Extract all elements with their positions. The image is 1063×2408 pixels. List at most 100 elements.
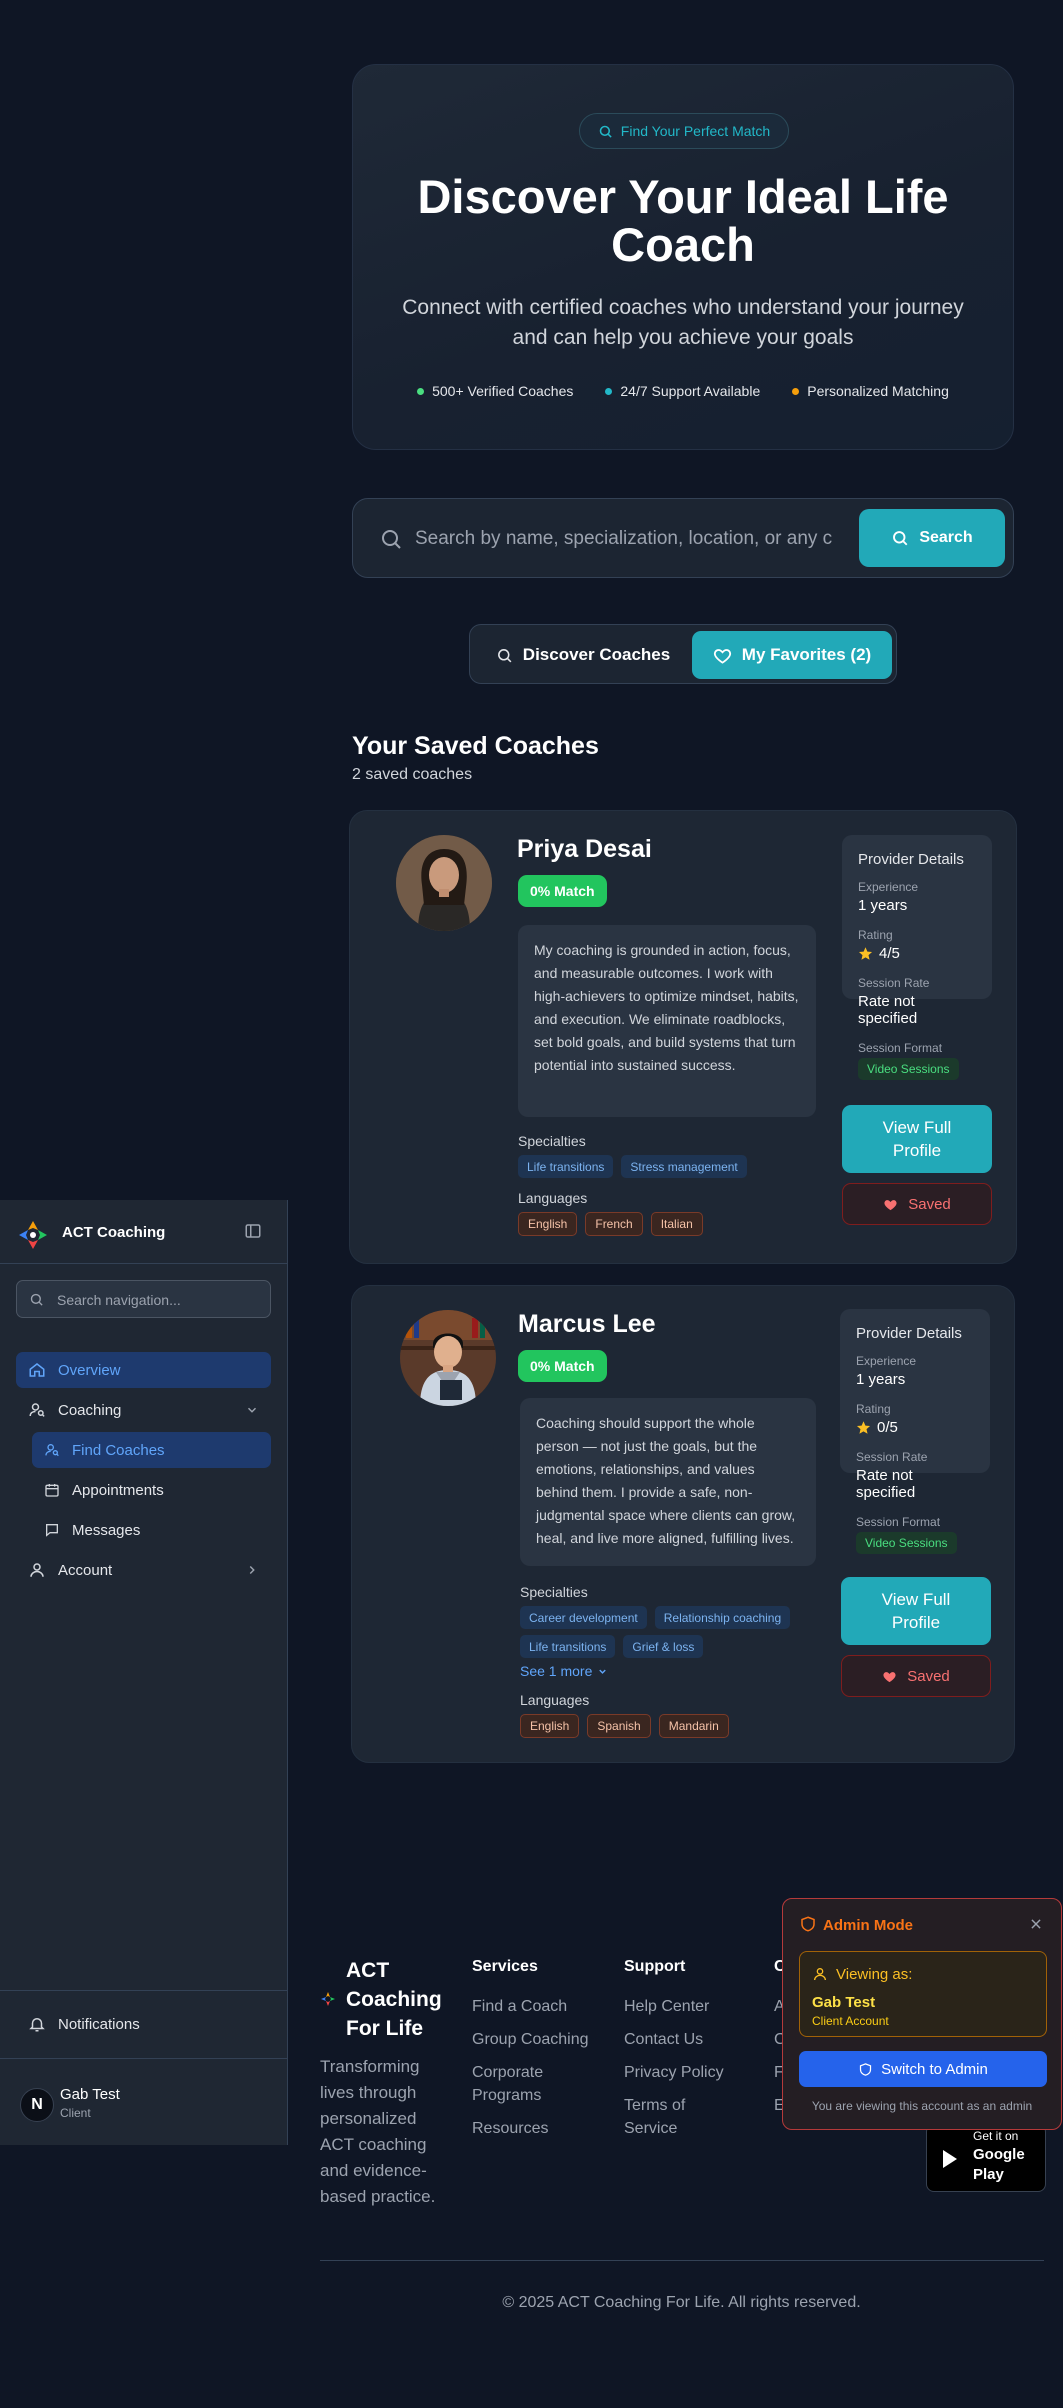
footer-link[interactable]: Contact Us — [624, 2028, 703, 2051]
search-button-label: Search — [919, 529, 973, 546]
sidebar-item-coaching[interactable]: Coaching — [16, 1392, 271, 1428]
admin-mode-panel: Admin Mode Viewing as: Gab Test Client A… — [782, 1898, 1062, 2130]
nav-search — [16, 1280, 271, 1318]
teal-dot-icon — [605, 387, 613, 395]
footer-link[interactable]: Terms of Service — [624, 2094, 704, 2140]
experience-label: Experience — [856, 1354, 917, 1368]
star-icon — [856, 1420, 871, 1435]
shield-icon — [858, 2062, 873, 2077]
badge-label: Find Your Perfect Match — [620, 123, 771, 139]
rating-value: 0/5 — [877, 1419, 898, 1436]
languages-list: English French Italian — [518, 1212, 818, 1236]
view-full-profile-button[interactable]: View Full Profile — [842, 1105, 992, 1173]
sidebar-item-appointments[interactable]: Appointments — [32, 1472, 271, 1508]
close-icon[interactable] — [1029, 1917, 1043, 1931]
feature-label: 24/7 Support Available — [620, 383, 761, 399]
experience-label: Experience — [858, 880, 919, 894]
viewing-as-role: Client Account — [812, 2014, 889, 2028]
hero-section: Find Your Perfect Match Discover Your Id… — [352, 64, 1014, 450]
saved-button[interactable]: Saved — [841, 1655, 991, 1697]
specialty-tag: Grief & loss — [623, 1635, 704, 1658]
footer-brand: ACT Coaching For Life — [346, 1959, 442, 2040]
bell-icon — [28, 2015, 46, 2033]
session-rate-value: Rate not specified — [858, 993, 918, 1027]
view-toggle: Discover Coaches My Favorites (2) — [469, 624, 897, 684]
admin-mode-title: Admin Mode — [823, 1917, 913, 1934]
user-name: Gab Test — [60, 2086, 120, 2103]
footer-link[interactable]: Resources — [472, 2117, 548, 2140]
coach-card: Marcus Lee 0% Match Coaching should supp… — [351, 1285, 1015, 1763]
search-icon — [379, 527, 403, 551]
footer-link[interactable]: Corporate Programs — [472, 2061, 562, 2107]
coach-name: Marcus Lee — [518, 1310, 656, 1338]
chevron-right-icon — [245, 1563, 259, 1577]
saved-coaches-count: 2 saved coaches — [352, 766, 473, 783]
coach-search-input[interactable] — [415, 519, 833, 559]
language-tag: Spanish — [587, 1714, 651, 1738]
footer-link[interactable]: Group Coaching — [472, 2028, 589, 2051]
calendar-icon — [44, 1482, 60, 1498]
chevron-down-icon — [245, 1403, 259, 1417]
footer-description: Transforming lives through personalized … — [320, 2057, 436, 2206]
see-more-label: See 1 more — [520, 1663, 593, 1679]
footer-link[interactable]: Find a Coach — [472, 1995, 567, 2018]
sidebar-item-account[interactable]: Account — [16, 1552, 271, 1588]
hero-features: 500+ Verified Coaches 24/7 Support Avail… — [353, 383, 1013, 399]
sidebar-item-overview[interactable]: Overview — [16, 1352, 271, 1388]
specialties-list: Career development Relationship coaching… — [520, 1606, 810, 1658]
find-match-badge: Find Your Perfect Match — [579, 113, 789, 149]
provider-details: Provider Details Experience 1 years Rati… — [842, 835, 992, 1080]
footer-copyright: © 2025 ACT Coaching For Life. All rights… — [502, 2294, 861, 2311]
language-tag: English — [518, 1212, 578, 1236]
coach-avatar — [396, 835, 492, 931]
see-more-specialties[interactable]: See 1 more — [520, 1663, 608, 1679]
footer-divider — [320, 2260, 1044, 2261]
saved-button-label: Saved — [907, 1667, 950, 1685]
user-icon — [28, 1561, 46, 1579]
session-format-badge: Video Sessions — [856, 1532, 957, 1554]
sidebar-item-notifications[interactable]: Notifications — [16, 2006, 271, 2042]
experience-value: 1 years — [856, 1371, 906, 1388]
sidebar-item-find-coaches[interactable]: Find Coaches — [32, 1432, 271, 1468]
tab-label: Discover Coaches — [522, 645, 671, 664]
sidebar-toggle-icon[interactable] — [244, 1222, 262, 1240]
language-tag: Italian — [650, 1212, 703, 1236]
saved-button[interactable]: Saved — [842, 1183, 992, 1225]
session-format-label: Session Format — [856, 1515, 941, 1529]
sidebar-item-messages[interactable]: Messages — [32, 1512, 271, 1548]
shield-icon — [799, 1915, 817, 1933]
coach-avatar — [400, 1310, 496, 1406]
user-role: Client — [60, 2106, 91, 2120]
tab-discover-coaches[interactable]: Discover Coaches — [476, 631, 690, 679]
specialties-label: Specialties — [518, 1133, 586, 1149]
play-store-icon — [941, 2149, 959, 2169]
specialty-tag: Life transitions — [520, 1635, 616, 1658]
feature-item: 500+ Verified Coaches — [417, 383, 573, 399]
session-rate-value: Rate not specified — [856, 1467, 916, 1501]
gplay-big-text: Google Play — [973, 2146, 1025, 2183]
footer-link[interactable]: Privacy Policy — [624, 2061, 724, 2084]
coach-name: Priya Desai — [517, 835, 652, 863]
hero-title: Discover Your Ideal Life Coach — [417, 170, 949, 271]
footer-link[interactable]: Help Center — [624, 1995, 709, 2018]
act-logo-icon — [320, 1991, 336, 2007]
message-icon — [44, 1522, 60, 1538]
avatar[interactable]: N — [20, 2088, 54, 2122]
nav-search-input[interactable] — [57, 1289, 257, 1311]
session-format-label: Session Format — [858, 1041, 943, 1055]
view-full-profile-button[interactable]: View Full Profile — [841, 1577, 991, 1645]
sidebar-item-label: Appointments — [72, 1481, 164, 1499]
google-play-badge[interactable]: Get it on Google Play — [926, 2124, 1046, 2192]
search-button[interactable]: Search — [859, 509, 1005, 567]
sidebar: ACT Coaching Overview Coaching Find Coac… — [0, 1200, 288, 2145]
sidebar-item-label: Notifications — [58, 2015, 140, 2033]
specialties-list: Life transitions Stress management — [518, 1155, 818, 1178]
rating-label: Rating — [856, 1402, 891, 1416]
feature-label: Personalized Matching — [807, 383, 949, 399]
viewing-as-name: Gab Test — [812, 1994, 876, 2011]
tab-my-favorites[interactable]: My Favorites (2) — [692, 631, 892, 679]
sidebar-item-label: Messages — [72, 1521, 141, 1539]
specialty-tag: Relationship coaching — [654, 1606, 791, 1629]
switch-to-admin-button[interactable]: Switch to Admin — [799, 2051, 1047, 2087]
languages-label: Languages — [520, 1692, 590, 1708]
